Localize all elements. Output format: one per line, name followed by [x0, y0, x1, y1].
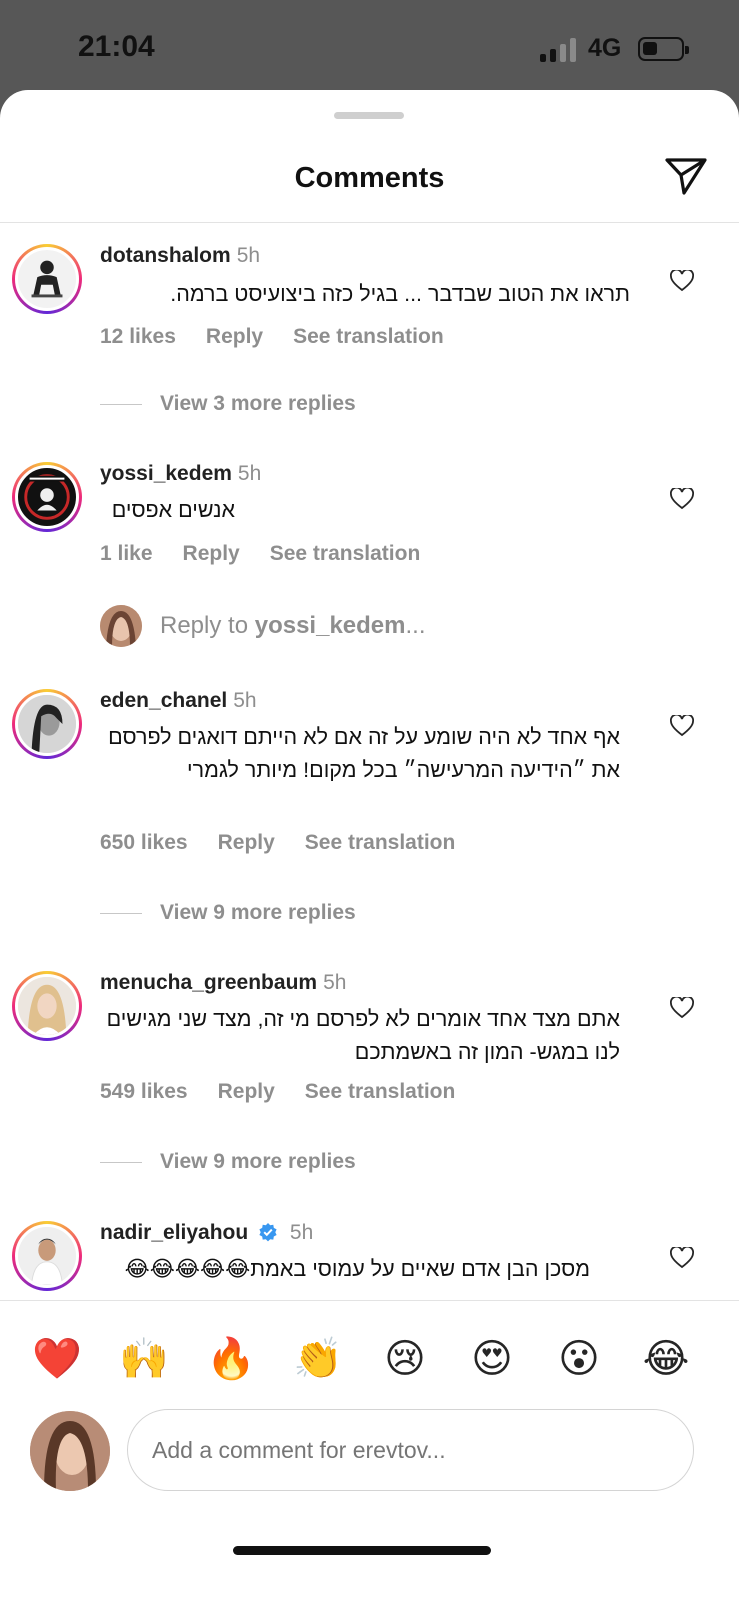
- emoji-surprised[interactable]: 😮: [549, 1329, 609, 1389]
- comment-text: תראו את הטוב שבדבר ... בגיל כזה ביצועיסט…: [170, 282, 630, 306]
- verified-badge-icon: [259, 1223, 277, 1242]
- drag-handle[interactable]: [334, 112, 404, 119]
- header-divider: [0, 222, 739, 223]
- likes-count[interactable]: 1 like: [100, 542, 153, 565]
- view-replies-label: View 9 more replies: [160, 1150, 356, 1173]
- reply-to-suffix: ...: [405, 612, 426, 639]
- view-replies-button[interactable]: View 9 more replies: [100, 901, 356, 925]
- emoji-laughing[interactable]: 😂: [636, 1329, 696, 1389]
- comment-username[interactable]: eden_chanel: [100, 689, 227, 712]
- view-replies-button[interactable]: View 9 more replies: [100, 1150, 356, 1174]
- reply-to-prefix: Reply to: [160, 612, 255, 639]
- view-replies-button[interactable]: View 3 more replies: [100, 392, 356, 416]
- current-user-avatar: [30, 1411, 110, 1491]
- see-translation-button[interactable]: See translation: [305, 831, 456, 854]
- reply-to-username: yossi_kedem: [254, 612, 406, 639]
- replies-line: [100, 1161, 142, 1164]
- status-bar: 21:04 4G: [0, 0, 739, 95]
- comment-time: 5h: [289, 1221, 314, 1244]
- home-indicator[interactable]: [233, 1546, 491, 1555]
- replies-line: [100, 403, 142, 406]
- comment-time: 5h: [237, 462, 262, 485]
- heart-icon[interactable]: [670, 715, 694, 737]
- see-translation-button[interactable]: See translation: [270, 542, 421, 565]
- avatar[interactable]: [12, 689, 82, 759]
- view-replies-label: View 3 more replies: [160, 392, 356, 415]
- emoji-heart-eyes[interactable]: 😍: [462, 1329, 522, 1389]
- comment-username[interactable]: menucha_greenbaum: [100, 971, 317, 994]
- avatar[interactable]: [12, 1221, 82, 1291]
- see-translation-button[interactable]: See translation: [293, 325, 444, 348]
- signal-icon: [540, 38, 576, 62]
- network-type: 4G: [588, 34, 622, 62]
- comment-username[interactable]: dotanshalom: [100, 244, 231, 267]
- comment-text: מסכן הבן אדם שאיים על עמוסי באמת😂😂😂😂😂: [124, 1257, 590, 1281]
- comment-time: 5h: [236, 244, 261, 267]
- comment-username[interactable]: yossi_kedem: [100, 462, 232, 485]
- likes-count[interactable]: 650 likes: [100, 831, 188, 854]
- heart-icon[interactable]: [670, 997, 694, 1019]
- reply-button[interactable]: Reply: [218, 831, 275, 854]
- emoji-raised-hands[interactable]: 🙌: [114, 1329, 174, 1389]
- sheet-title: Comments: [294, 162, 445, 194]
- emoji-fire[interactable]: 🔥: [201, 1329, 261, 1389]
- replies-line: [100, 912, 142, 915]
- share-icon[interactable]: [664, 156, 708, 196]
- reply-button[interactable]: Reply: [206, 325, 263, 348]
- quick-emoji-bar: ❤️ 🙌 🔥 👏 😢 😍 😮 😂: [0, 1329, 739, 1389]
- heart-icon[interactable]: [670, 1247, 694, 1269]
- status-time: 21:04: [78, 30, 155, 63]
- emoji-clap[interactable]: 👏: [288, 1329, 348, 1389]
- comment-username[interactable]: nadir_eliyahou: [100, 1221, 248, 1244]
- comment-text: אנשים אפסים: [111, 498, 235, 522]
- emoji-crying[interactable]: 😢: [375, 1329, 435, 1389]
- likes-count[interactable]: 549 likes: [100, 1080, 188, 1103]
- likes-count[interactable]: 12 likes: [100, 325, 176, 348]
- see-translation-button[interactable]: See translation: [305, 1080, 456, 1103]
- avatar[interactable]: [12, 462, 82, 532]
- reply-button[interactable]: Reply: [183, 542, 240, 565]
- comment-text: אף אחד לא היה שומע על זה אם לא הייתם דוא…: [108, 725, 620, 782]
- comment-time: 5h: [323, 971, 347, 994]
- comment-time: 5h: [233, 689, 257, 712]
- battery-icon: [638, 37, 689, 61]
- composer-bar: ❤️ 🙌 🔥 👏 😢 😍 😮 😂: [0, 1300, 739, 1600]
- heart-icon[interactable]: [670, 488, 694, 510]
- emoji-heart[interactable]: ❤️: [27, 1329, 87, 1389]
- view-replies-label: View 9 more replies: [160, 901, 356, 924]
- heart-icon[interactable]: [670, 270, 694, 292]
- comment-text: אתם מצד אחד אומרים לא לפרסם מי זה, מצד ש…: [106, 1007, 620, 1064]
- avatar[interactable]: [12, 244, 82, 314]
- reply-button[interactable]: Reply: [218, 1080, 275, 1103]
- reply-avatar: [100, 605, 142, 647]
- avatar[interactable]: [12, 971, 82, 1041]
- comment-input[interactable]: [127, 1409, 694, 1491]
